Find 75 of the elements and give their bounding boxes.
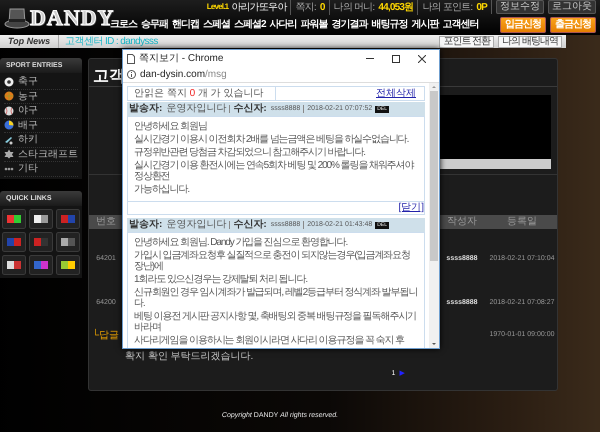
close-link[interactable]: [닫기] [398, 202, 424, 213]
sport-link[interactable]: 기타 [4, 162, 78, 176]
stat-value: 0 [320, 0, 325, 14]
address-text[interactable]: dan-dysin.com/msg [140, 67, 227, 82]
nav-link[interactable]: 파워볼 [298, 17, 330, 32]
column-header: 번호 [95, 215, 117, 229]
sport-link[interactable]: 하키 [4, 133, 78, 148]
sender-label: 발송자: [129, 218, 162, 232]
reply-label: └답글 [91, 328, 120, 342]
sports-logo-icon[interactable] [2, 208, 26, 228]
column-header: 등록일 [506, 215, 538, 229]
nav-link[interactable]: 게시판 [410, 17, 441, 32]
sport-link[interactable]: 축구 [4, 75, 78, 90]
close-icon [418, 54, 426, 62]
sender-label: 발송자: [129, 102, 162, 116]
sport-link[interactable]: 농구 [4, 90, 78, 104]
message-line: 가능하십니다. [134, 184, 190, 195]
stat-label: 쪽지: [295, 0, 316, 14]
sport-link[interactable]: 스타크래프트 [4, 148, 78, 162]
nav-link[interactable]: 경기결과 [330, 17, 370, 32]
stat-label: 나의 포인트: [422, 0, 472, 14]
message-line: 안녕하세요 회원님. Dandy 가입을 진심으로 환영합니다. [134, 237, 348, 248]
message-line: 베팅 이용전 게시판 공지사항 몇, 축배팅외 중복 배팅규정을 필독해주시기바라며 [134, 311, 418, 333]
column-header: 작성자 [446, 215, 478, 229]
reply-text: 확지 확인 부탁드리겠습니다. [124, 351, 254, 363]
nickname-text: 아리가또우아 [231, 0, 286, 14]
nav-link[interactable]: 핸디캡 [170, 17, 201, 32]
unread-notice: 안읽은 쪽지 0 개 가 있습니다 [128, 87, 276, 100]
message-line: 사다리게임을 이용하시는 회원이시라면 사다리 이용규정을 꼭 숙지 후 [134, 335, 406, 346]
message-line: 실시간경기 이용 환전시에는 연속5회차 베팅 및 200% 롤링을 채워주셔야 정상환전 [134, 160, 415, 182]
message-line: 신규회원인 경우 임시계좌가 발급되며, 레벨2등급부터 정식계좌 발부됩니다. [134, 287, 418, 309]
nav-link[interactable]: 배팅규정 [370, 17, 410, 32]
account-button[interactable]: 정보수정 [496, 0, 544, 14]
sports-logo-icon[interactable] [56, 232, 80, 252]
nav-link[interactable]: 스페셜2 [232, 17, 268, 32]
message-line: 규정위반관련 당첨금 차감되었으니 참고해주시기 바랍니다. [134, 147, 366, 158]
message-line: 실시간경기 이용시 이전회차 2배를 넘는금액은 베팅을 하실수없습니다. [134, 134, 410, 145]
news-ticker: 고객센터 ID : dandysss [64, 35, 158, 48]
stick-icon [4, 134, 14, 145]
ball-icon [4, 120, 14, 130]
message-line: 안녕하세요 회원님 [134, 121, 208, 132]
news-label: Top News [0, 34, 60, 48]
nav-link[interactable]: 승무패 [139, 17, 170, 32]
sports-logo-icon[interactable] [29, 208, 53, 228]
sender-name: 운영자입니다 [166, 102, 226, 116]
ball-icon [4, 91, 14, 102]
nav-link[interactable]: 사다리 [268, 17, 299, 32]
emblem-icon [4, 149, 14, 160]
text-editor[interactable] [439, 95, 551, 169]
ball-icon [4, 106, 14, 116]
sports-logo-icon[interactable] [56, 254, 80, 274]
info-icon [127, 70, 136, 79]
sender-name: 운영자입니다 [166, 218, 226, 232]
delete-all-link[interactable]: 전체삭제 [276, 87, 424, 100]
sport-link[interactable]: 배구 [4, 118, 78, 133]
stat-value: 0P [476, 0, 487, 14]
news-button[interactable]: 포인트 전환 [439, 36, 494, 48]
nav-link[interactable]: 스페셜 [201, 17, 232, 32]
sport-link[interactable]: 야구 [4, 104, 78, 118]
message-line: 1회라도 있으신경우는 강제탈퇴 처리 됩니다. [134, 274, 308, 285]
receiver-label: 수신자: [233, 218, 267, 232]
stat-label: 나의 머니: [334, 0, 374, 14]
receiver-label: 수신자: [233, 102, 267, 116]
minimize-icon [366, 58, 374, 59]
level-label: Level.1 [206, 1, 228, 13]
account-button[interactable]: 로그아웃 [548, 0, 596, 14]
news-button[interactable]: 나의 배팅내역 [498, 36, 562, 48]
document-icon [127, 54, 135, 64]
scroll-thumb[interactable] [430, 91, 438, 261]
nav-link[interactable]: 고객센터 [440, 17, 481, 32]
message-line: 가입시 입금계좌요청후 실질적으로 충전이 되지않는경우(입금계좌요청 장난)에 [134, 250, 411, 272]
ball-icon [4, 76, 14, 87]
stat-value: 44,053원 [378, 0, 414, 14]
sports-logo-icon[interactable] [2, 254, 26, 274]
maximize-icon [392, 54, 400, 62]
